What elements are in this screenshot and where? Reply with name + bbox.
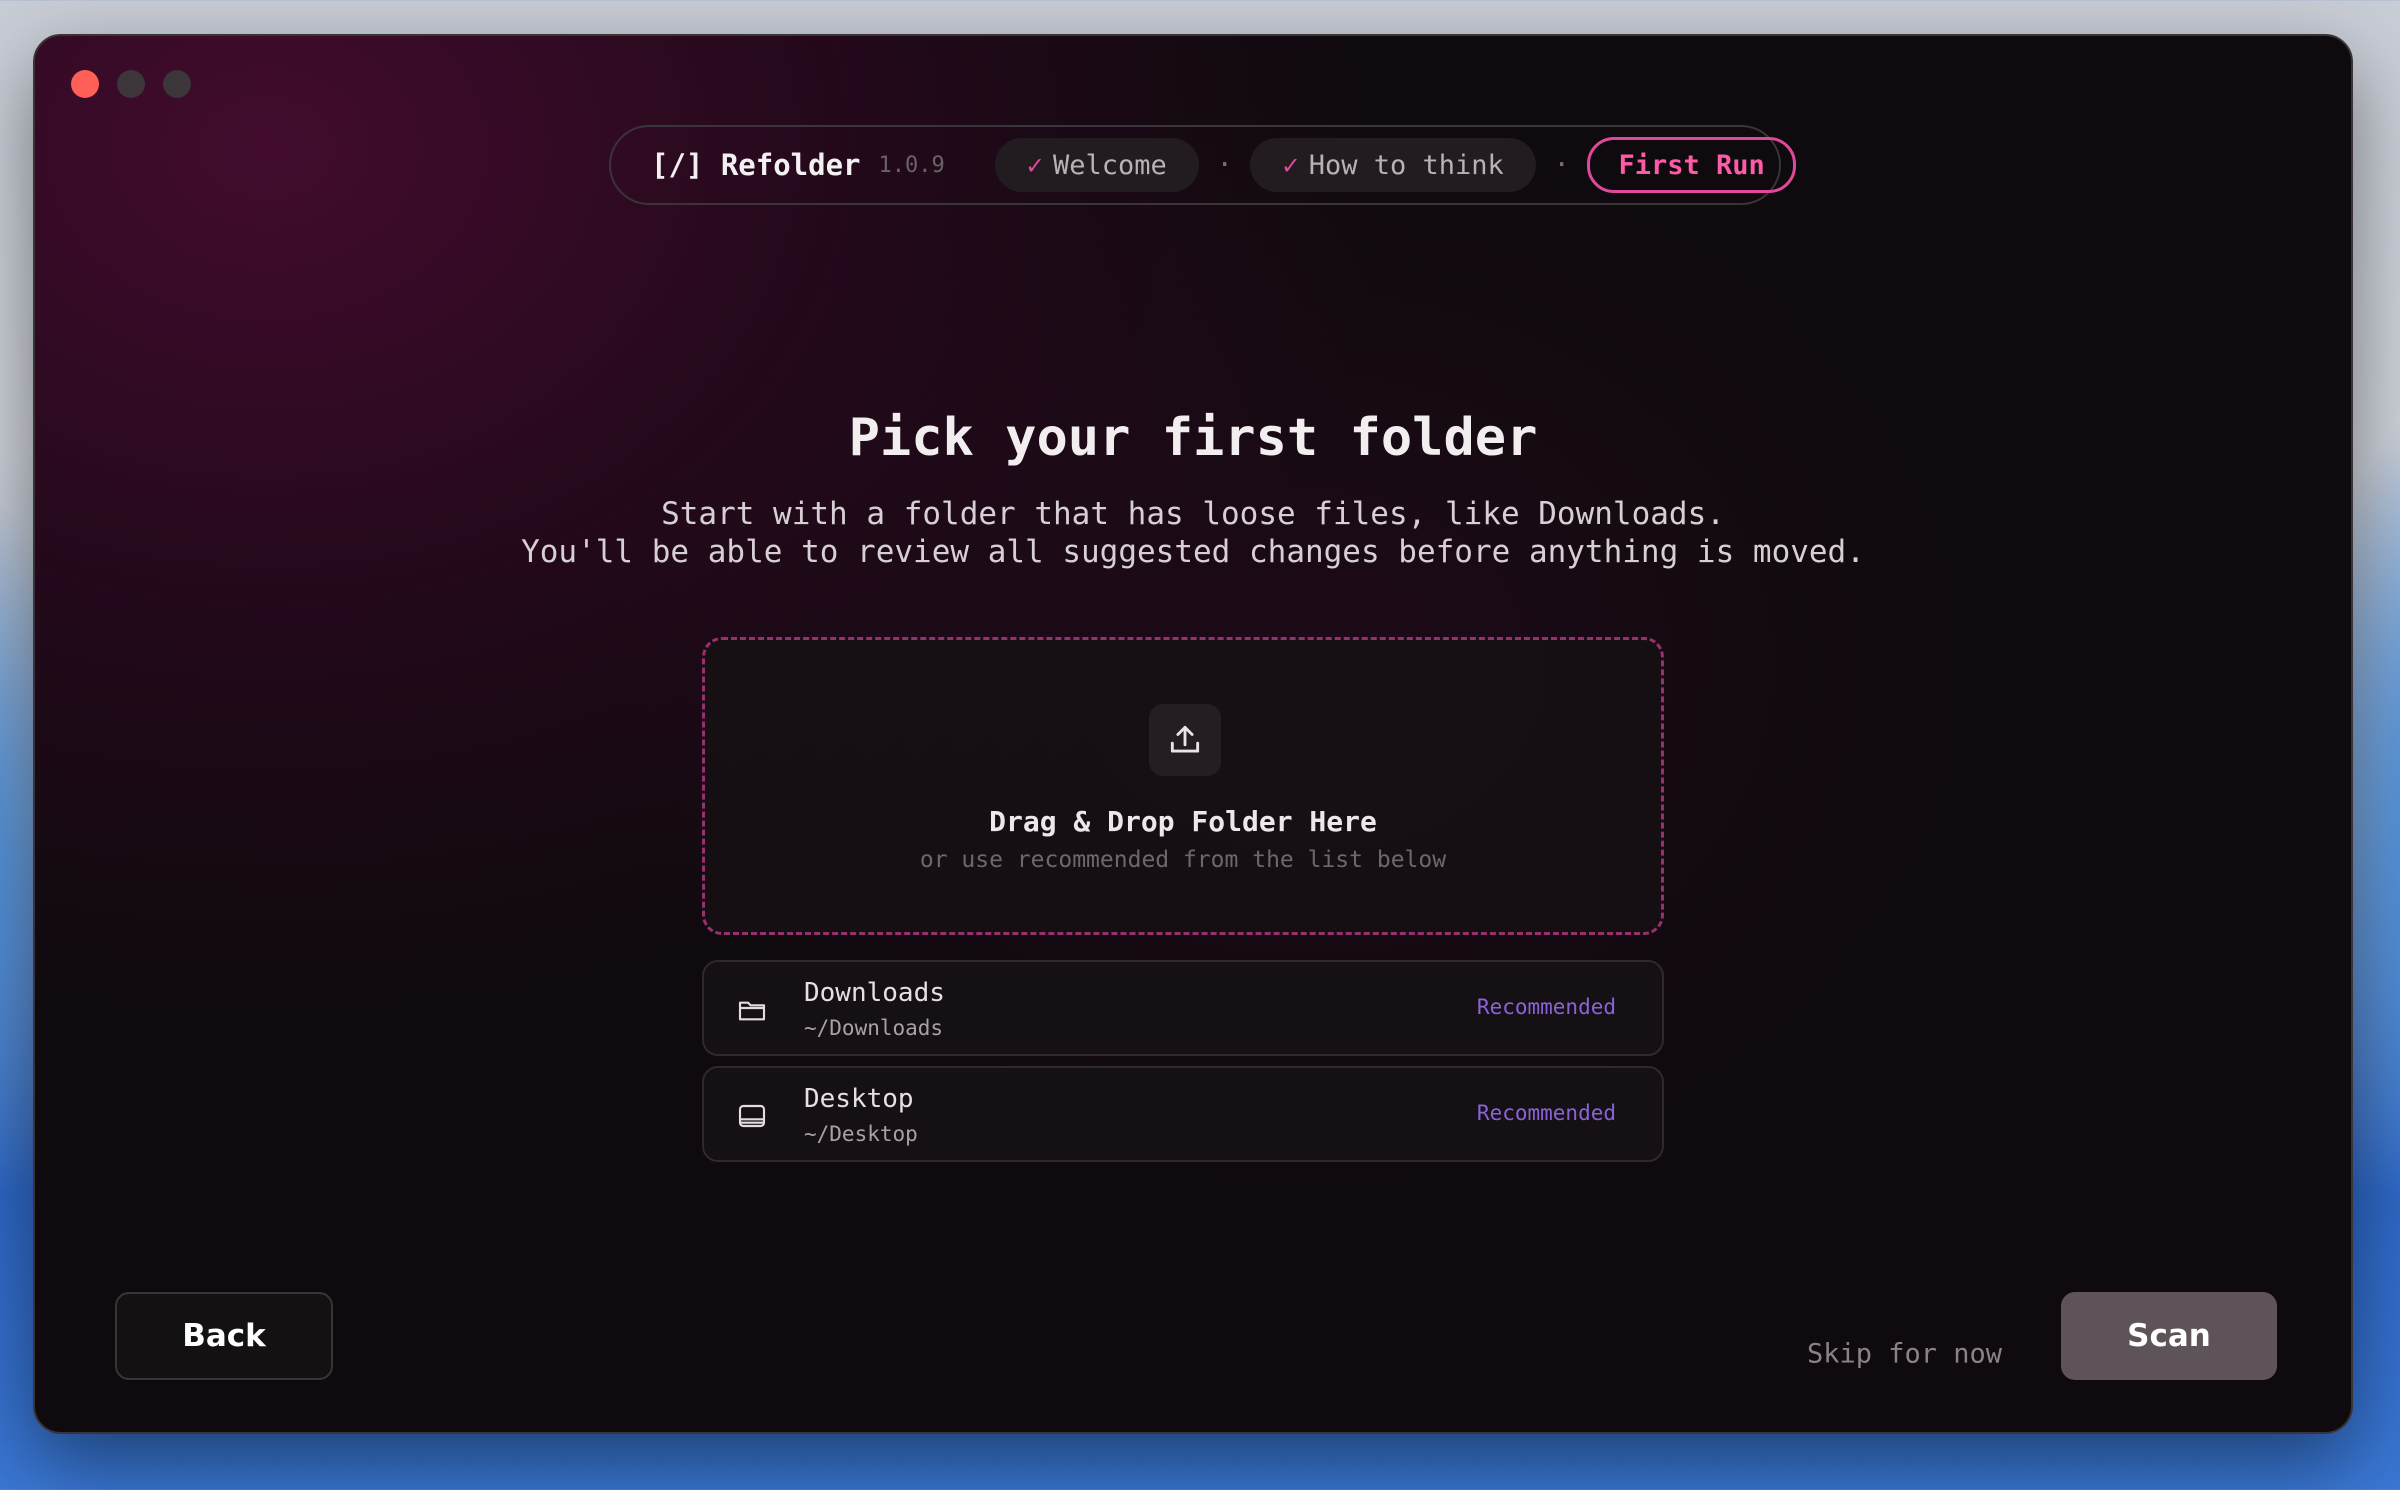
folder-icon — [736, 994, 768, 1026]
back-button[interactable]: Back — [115, 1292, 333, 1380]
page-title: Pick your first folder — [848, 408, 1538, 468]
checkmark-icon: ✓ — [1282, 149, 1299, 181]
folder-option-desktop[interactable]: Desktop ~/Desktop Recommended — [702, 1066, 1664, 1162]
maximize-window-button[interactable] — [163, 70, 191, 98]
checkmark-icon: ✓ — [1026, 149, 1044, 181]
page-subtitle-line-2: You'll be able to review all suggested c… — [521, 534, 1865, 570]
recommended-badge: Recommended — [1476, 995, 1616, 1019]
app-window: [/] Refolder 1.0.9 ✓ Welcome · ✓ How to … — [33, 34, 2353, 1434]
folder-path: ~/Desktop — [804, 1122, 918, 1146]
minimize-window-button[interactable] — [117, 70, 145, 98]
folder-option-downloads[interactable]: Downloads ~/Downloads Recommended — [702, 960, 1664, 1056]
desktop-icon — [736, 1100, 768, 1132]
scan-button[interactable]: Scan — [2061, 1292, 2277, 1380]
recommended-badge: Recommended — [1476, 1101, 1616, 1125]
folder-name: Desktop — [804, 1084, 914, 1114]
folder-dropzone[interactable]: Drag & Drop Folder Here or use recommend… — [702, 637, 1664, 935]
folder-path: ~/Downloads — [804, 1016, 944, 1040]
page-subtitle-line-1: Start with a folder that has loose files… — [661, 496, 1725, 532]
step-separator: · — [1216, 150, 1233, 180]
dropzone-subtitle: or use recommended from the list below — [919, 847, 1447, 873]
upload-icon — [1149, 704, 1221, 776]
close-window-button[interactable] — [71, 70, 99, 98]
dropzone-title: Drag & Drop Folder Here — [989, 805, 1377, 838]
step-how-to-think[interactable]: ✓ How to think — [1250, 138, 1536, 192]
step-label: First Run — [1618, 149, 1765, 181]
skip-for-now-link[interactable]: Skip for now — [1807, 1339, 2002, 1370]
window-controls — [71, 70, 191, 98]
step-label: How to think — [1308, 149, 1504, 181]
step-welcome[interactable]: ✓ Welcome — [994, 138, 1199, 192]
step-label: Welcome — [1053, 149, 1167, 181]
step-separator: · — [1553, 150, 1570, 180]
app-version: 1.0.9 — [878, 152, 945, 178]
onboarding-stepper: [/] Refolder 1.0.9 ✓ Welcome · ✓ How to … — [609, 125, 1796, 205]
step-first-run[interactable]: First Run — [1587, 137, 1796, 193]
folder-name: Downloads — [804, 978, 945, 1008]
app-brand: [/] Refolder — [651, 148, 861, 182]
